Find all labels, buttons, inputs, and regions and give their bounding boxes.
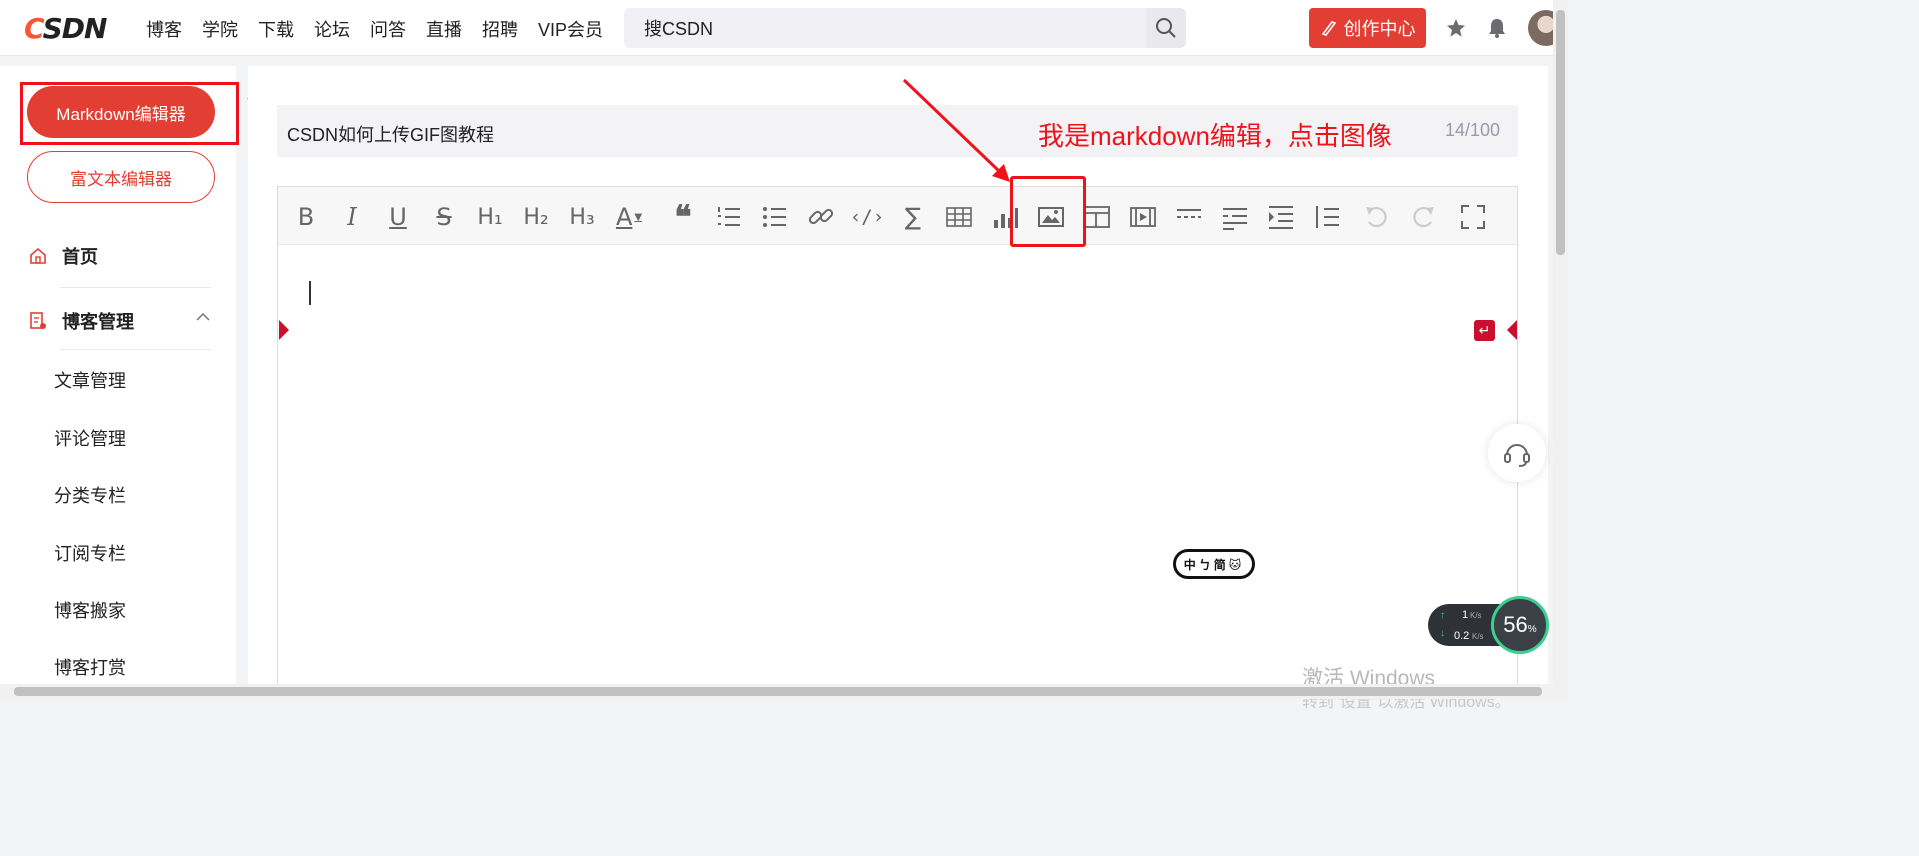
download-unit: K/s: [1472, 632, 1484, 641]
article-title-input[interactable]: CSDN如何上传GIF图教程: [287, 121, 494, 147]
download-speed: 0.2: [1454, 630, 1470, 642]
nav-blog[interactable]: 博客: [146, 16, 182, 42]
annotation-text: 我是markdown编辑，点击图像: [1038, 121, 1392, 151]
heading1-icon[interactable]: H₁: [475, 202, 505, 232]
horizontal-rule-icon[interactable]: [1174, 202, 1204, 232]
upload-arrow-icon: ↑: [1440, 610, 1445, 621]
heading2-icon[interactable]: H₂: [521, 202, 551, 232]
gutter-marker-left: [279, 320, 289, 340]
system-usage-gauge[interactable]: 56%: [1491, 596, 1549, 654]
checklist-icon[interactable]: [1220, 202, 1250, 232]
table-icon[interactable]: [944, 202, 974, 232]
horizontal-scrollbar-thumb[interactable]: [14, 687, 1542, 696]
download-arrow-icon: ↓: [1440, 628, 1445, 639]
csdn-logo[interactable]: CSDN: [24, 12, 107, 45]
font-color-icon[interactable]: A ▼: [614, 202, 644, 232]
nav-jobs[interactable]: 招聘: [482, 16, 518, 42]
bell-icon[interactable]: [1485, 16, 1509, 40]
bold-icon[interactable]: B: [291, 202, 321, 232]
formula-icon[interactable]: ∑: [898, 202, 928, 232]
sidebar-divider: [60, 349, 211, 350]
nav-download[interactable]: 下载: [258, 16, 294, 42]
rich-text-editor-button[interactable]: 富文本编辑器: [27, 151, 215, 203]
sidebar-item-categories[interactable]: 分类专栏: [54, 482, 126, 508]
undo-icon[interactable]: [1362, 202, 1392, 232]
vertical-scrollbar[interactable]: [1553, 0, 1568, 699]
create-center-label: 创作中心: [1343, 19, 1416, 39]
search-input[interactable]: [624, 8, 1144, 48]
search-icon: [1156, 18, 1176, 38]
system-usage-unit: %: [1527, 623, 1537, 635]
markdown-annotation-box: [20, 82, 239, 145]
sidebar-item-home[interactable]: 首页: [28, 243, 98, 269]
annotation-arrow-down: [902, 78, 1010, 182]
image-button-annotation-box: [1010, 176, 1086, 247]
sidebar-divider: [60, 287, 211, 288]
upload-unit: K/s: [1470, 611, 1482, 620]
blog-manage-icon: [30, 312, 46, 329]
sidebar-item-blog-manage[interactable]: 博客管理: [28, 308, 134, 334]
vertical-scrollbar-thumb[interactable]: [1556, 10, 1565, 255]
video-icon[interactable]: [1128, 202, 1158, 232]
create-center-button[interactable]: 创作中心: [1309, 8, 1426, 48]
indent-icon[interactable]: [1266, 202, 1296, 232]
nav-academy[interactable]: 学院: [202, 16, 238, 42]
gutter-marker-right: [1507, 320, 1517, 340]
text-cursor: [309, 281, 311, 305]
enter-icon: ↵: [1474, 320, 1495, 341]
sidebar-item-articles[interactable]: 文章管理: [54, 367, 126, 393]
pen-icon: [1321, 21, 1336, 36]
search-button[interactable]: [1146, 8, 1186, 48]
top-navbar: CSDN 博客 学院 下载 论坛 问答 直播 招聘 VIP会员 创作中心: [0, 0, 1568, 56]
sidebar-item-blog-manage-label: 博客管理: [62, 312, 134, 332]
italic-icon[interactable]: I: [337, 202, 367, 232]
nav-live[interactable]: 直播: [426, 16, 462, 42]
heading3-icon[interactable]: H₃: [567, 202, 597, 232]
horizontal-scrollbar[interactable]: [0, 684, 1553, 699]
headset-icon: [1504, 444, 1530, 467]
link-icon[interactable]: [806, 202, 836, 232]
quote-icon[interactable]: ❝: [668, 198, 698, 236]
home-icon: [30, 247, 46, 264]
main-nav: 博客 学院 下载 论坛 问答 直播 招聘 VIP会员: [146, 16, 603, 42]
sidebar-item-subscriptions[interactable]: 订阅专栏: [54, 540, 126, 566]
template-icon[interactable]: [1082, 202, 1112, 232]
strikethrough-icon[interactable]: S: [429, 202, 459, 232]
code-icon[interactable]: ‹/›: [850, 202, 884, 232]
sidebar-item-migrate[interactable]: 博客搬家: [54, 597, 126, 623]
underline-icon[interactable]: U: [383, 202, 413, 232]
customer-service-button[interactable]: [1488, 424, 1546, 482]
nav-qa[interactable]: 问答: [370, 16, 406, 42]
unordered-list-icon[interactable]: [760, 202, 790, 232]
editor-toolbar: B I U S H₁ H₂ H₃ A ▼ ❝ ‹/› ∑: [278, 187, 1517, 245]
upload-speed: 1: [1462, 609, 1469, 621]
outdent-icon[interactable]: [1312, 202, 1342, 232]
fullscreen-icon[interactable]: [1458, 202, 1488, 232]
sidebar-item-home-label: 首页: [62, 247, 98, 267]
nav-vip[interactable]: VIP会员: [538, 16, 603, 42]
title-char-count: 14/100: [1444, 120, 1500, 140]
search-box: [624, 8, 1186, 48]
sidebar-item-comments[interactable]: 评论管理: [54, 425, 126, 451]
nav-forum[interactable]: 论坛: [314, 16, 350, 42]
chevron-up-icon[interactable]: [196, 312, 210, 322]
ime-indicator[interactable]: 中ㄅ简🐱: [1173, 549, 1255, 579]
system-usage-value: 56: [1503, 612, 1528, 637]
ordered-list-icon[interactable]: [714, 202, 744, 232]
sidebar-item-reward[interactable]: 博客打赏: [54, 654, 126, 680]
markdown-editor: B I U S H₁ H₂ H₃ A ▼ ❝ ‹/› ∑: [277, 186, 1518, 699]
favorite-icon[interactable]: [1444, 16, 1468, 40]
redo-icon[interactable]: [1408, 202, 1438, 232]
